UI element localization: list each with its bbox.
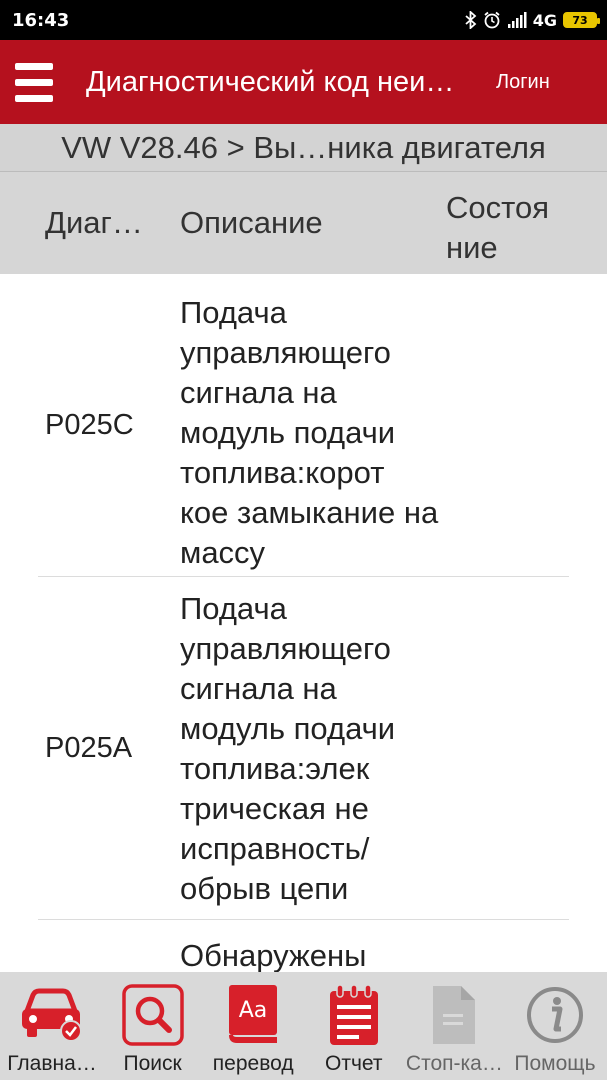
dictionary-icon: Aa (220, 982, 286, 1048)
dtc-code: P025A (45, 732, 133, 764)
page-title: Диагностический код неи… (86, 65, 455, 98)
signal-icon (507, 12, 527, 28)
hamburger-icon (15, 62, 53, 70)
breadcrumb: VW V28.46 > Вы…ника двигателя (0, 124, 607, 172)
status-bar: 16:43 4G 73 (0, 0, 607, 40)
status-time: 16:43 (12, 9, 70, 31)
app-bar: Диагностический код неи… Логин (0, 40, 607, 124)
column-header-code[interactable]: Диаг… (45, 172, 143, 274)
nav-label: Помощь (514, 1052, 596, 1075)
table-header: Диаг… Описание Состоя ние (0, 172, 607, 274)
search-icon (120, 982, 186, 1048)
battery-icon: 73 (563, 12, 600, 28)
status-icons: 4G 73 (465, 10, 600, 30)
document-icon (421, 982, 487, 1048)
report-icon (321, 982, 387, 1048)
column-header-state-line2: ние (446, 230, 498, 265)
nav-home[interactable]: Главна… (2, 972, 102, 1080)
nav-label: перевод (212, 1052, 294, 1075)
table-row[interactable]: P025A Подача управляющего сигнала на мод… (0, 577, 607, 920)
nav-report[interactable]: Отчет (304, 972, 404, 1080)
table-row[interactable]: Обнаружены (0, 920, 607, 972)
bluetooth-icon (465, 11, 477, 29)
bottom-nav: Главна… Поиск Aa перевод Отчет Стоп-ка… … (0, 972, 607, 1080)
column-header-description[interactable]: Описание (180, 172, 323, 274)
network-type: 4G (532, 10, 557, 30)
nav-label: Стоп-ка… (405, 1052, 503, 1075)
hamburger-line (15, 94, 53, 102)
nav-label: Поиск (123, 1052, 182, 1075)
table-row[interactable]: P025C Подача управляющего сигнала на мод… (0, 274, 607, 577)
alarm-icon (483, 11, 501, 29)
nav-help[interactable]: Помощь (505, 972, 605, 1080)
dtc-description: Обнаружены (180, 938, 367, 972)
column-header-state-line1: Состоя (446, 190, 550, 225)
menu-button[interactable] (4, 40, 64, 124)
dtc-description: Подача управляющего сигнала на модуль по… (180, 294, 439, 570)
dtc-description: Подача управляющего сигнала на модуль по… (180, 590, 396, 906)
nav-translate[interactable]: Aa перевод (203, 972, 303, 1080)
dtc-list[interactable]: P025C Подача управляющего сигнала на мод… (0, 274, 607, 972)
info-icon (522, 982, 588, 1048)
nav-label: Отчет (325, 1052, 383, 1075)
nav-label: Главна… (7, 1052, 97, 1075)
nav-search[interactable]: Поиск (103, 972, 203, 1080)
svg-text:Aa: Aa (239, 998, 268, 1023)
battery-level: 73 (572, 13, 588, 27)
hamburger-line (15, 78, 53, 86)
login-button[interactable]: Логин (496, 71, 550, 94)
dtc-code: P025C (45, 409, 134, 441)
nav-freeze-frame[interactable]: Стоп-ка… (404, 972, 504, 1080)
car-check-icon (19, 982, 85, 1048)
column-header-state[interactable]: Состоя ние (446, 188, 576, 268)
